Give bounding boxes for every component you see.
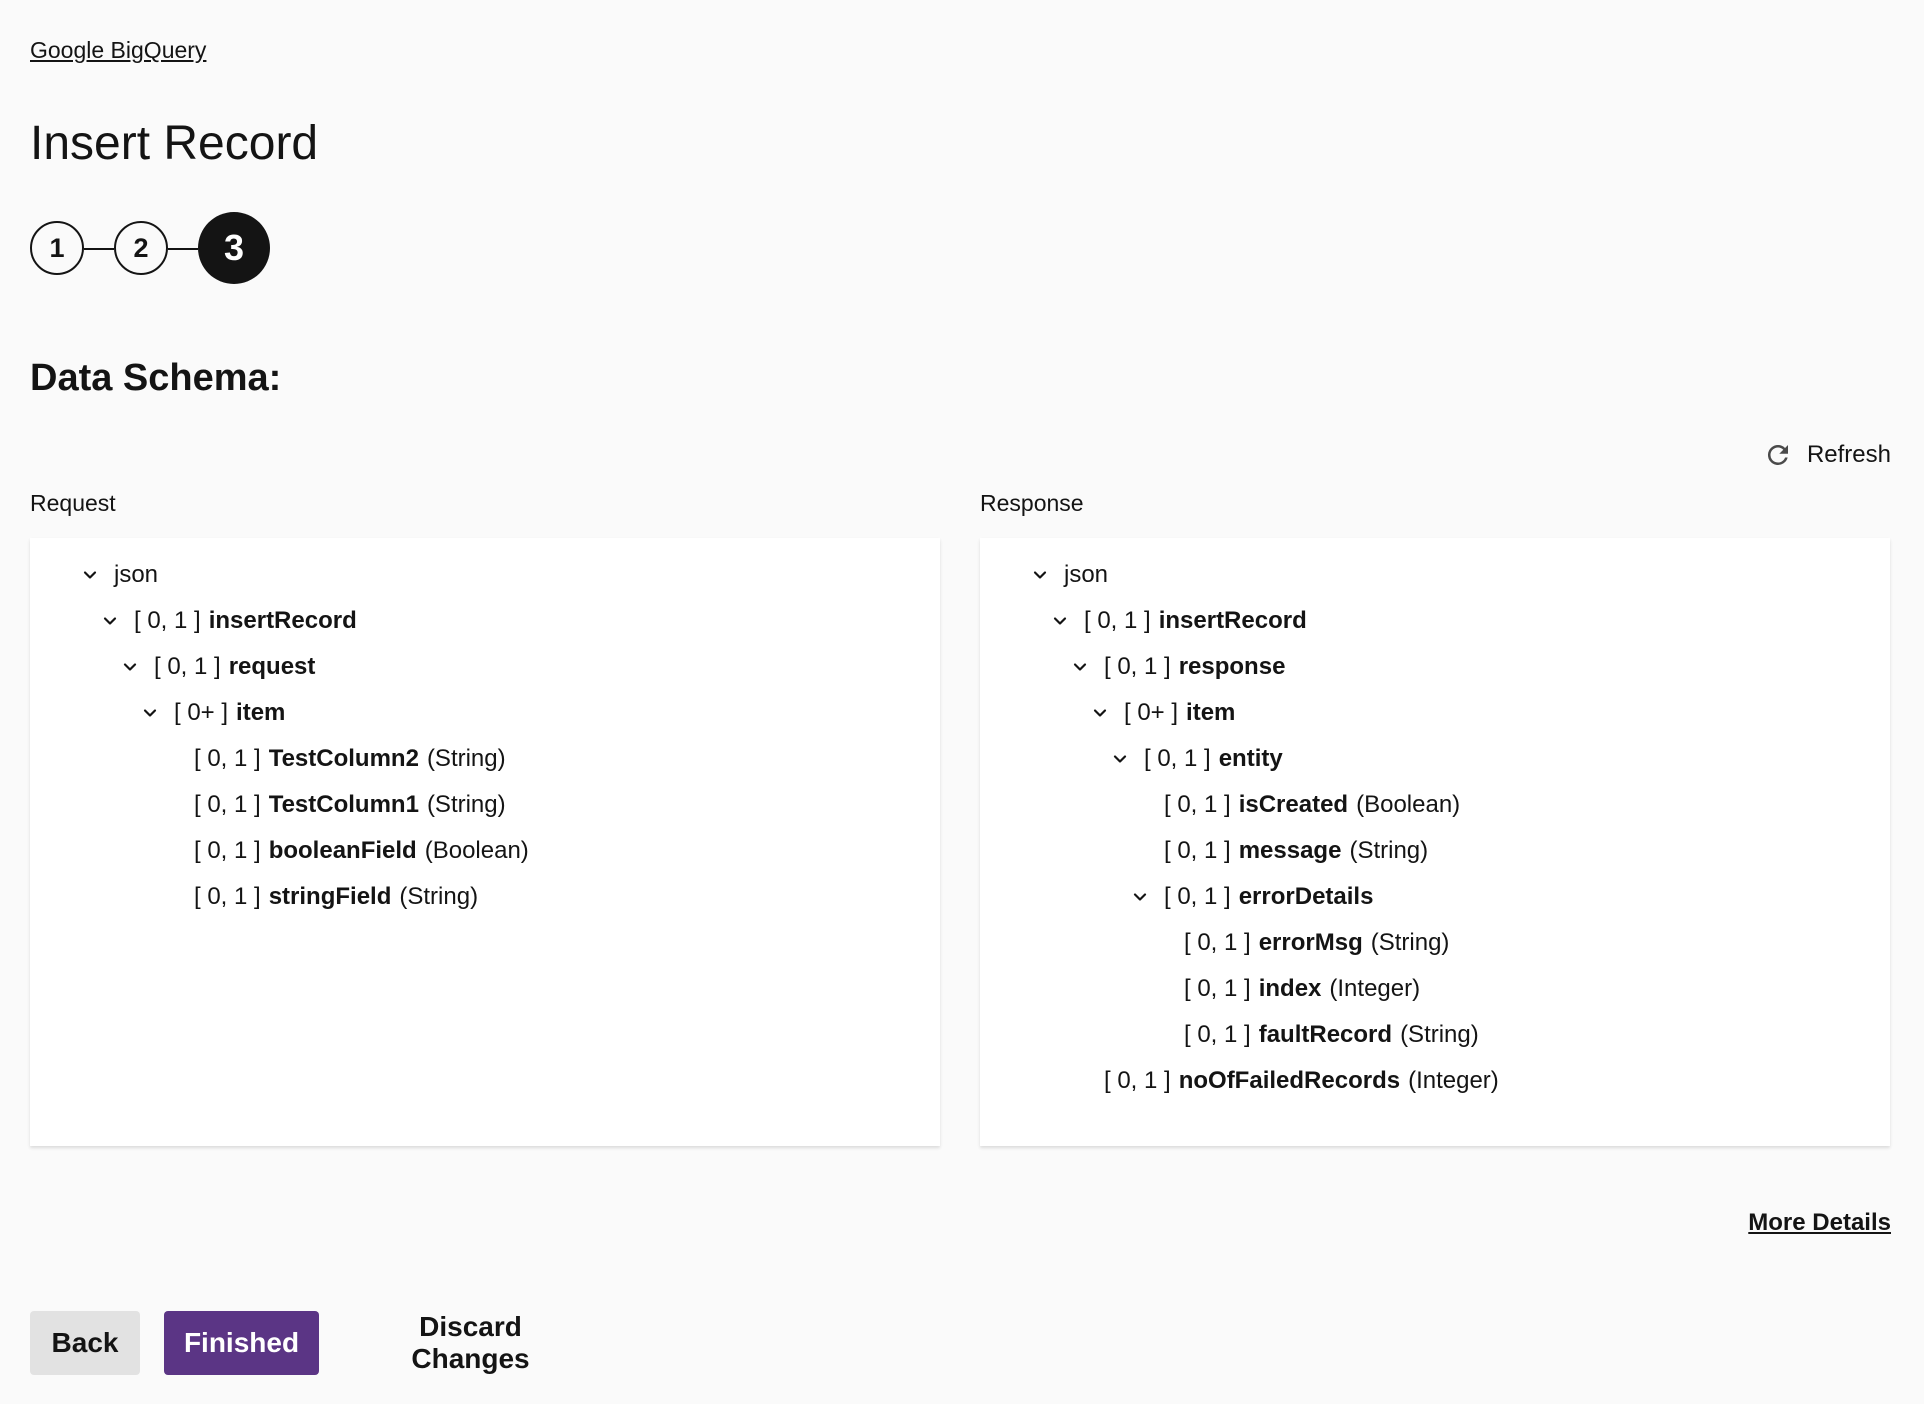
tree-node-item[interactable]: [ 0+ ] item bbox=[1090, 693, 1235, 733]
tree-node-stringField: [ 0, 1 ] stringField (String) bbox=[194, 877, 478, 917]
tree-node-entity[interactable]: [ 0, 1 ] entity bbox=[1110, 739, 1283, 779]
tree-node-item[interactable]: [ 0+ ] item bbox=[140, 693, 285, 733]
tree-node-errorDetails[interactable]: [ 0, 1 ] errorDetails bbox=[1130, 877, 1373, 917]
request-schema-panel: json[ 0, 1 ] insertRecord[ 0, 1 ] request[… bbox=[30, 538, 940, 1146]
step-1[interactable]: 1 bbox=[30, 221, 84, 275]
tree-node-response[interactable]: [ 0, 1 ] response bbox=[1070, 647, 1285, 687]
field-name: item bbox=[1186, 699, 1236, 726]
step-connector bbox=[168, 248, 198, 250]
field-name: stringField bbox=[268, 883, 392, 910]
tree-node-faultRecord: [ 0, 1 ] faultRecord (String) bbox=[1184, 1015, 1479, 1055]
field-type: (String) bbox=[1400, 1021, 1479, 1048]
cardinality-label: [ 0, 1 ] bbox=[1104, 653, 1171, 680]
tree-node-message: [ 0, 1 ] message (String) bbox=[1164, 831, 1428, 871]
chevron-down-icon[interactable] bbox=[1030, 565, 1050, 585]
field-type: (String) bbox=[399, 883, 479, 910]
field-name: entity bbox=[1218, 745, 1283, 772]
field-name: insertRecord bbox=[208, 607, 357, 634]
cardinality-label: [ 0, 1 ] bbox=[134, 607, 201, 634]
tree-node-json[interactable]: json bbox=[80, 555, 158, 595]
refresh-label: Refresh bbox=[1806, 441, 1891, 468]
cardinality-label: [ 0, 1 ] bbox=[194, 883, 261, 910]
chevron-down-icon[interactable] bbox=[1050, 611, 1070, 631]
cardinality-label: [ 0, 1 ] bbox=[194, 791, 261, 818]
cardinality-label: [ 0, 1 ] bbox=[1184, 929, 1251, 956]
field-name: booleanField bbox=[268, 837, 417, 864]
step-3-active[interactable]: 3 bbox=[198, 212, 270, 284]
breadcrumb-google-bigquery[interactable]: Google BigQuery bbox=[30, 37, 206, 64]
cardinality-label: [ 0, 1 ] bbox=[1104, 1067, 1171, 1094]
tree-node-TestColumn2: [ 0, 1 ] TestColumn2 (String) bbox=[194, 739, 506, 779]
field-type: (Boolean) bbox=[1356, 791, 1461, 818]
cardinality-label: [ 0+ ] bbox=[1124, 699, 1179, 726]
cardinality-label: [ 0, 1 ] bbox=[194, 837, 261, 864]
cardinality-label: [ 0, 1 ] bbox=[1184, 1021, 1251, 1048]
field-type: (String) bbox=[1370, 929, 1450, 956]
tree-node-TestColumn1: [ 0, 1 ] TestColumn1 (String) bbox=[194, 785, 506, 825]
field-name: response bbox=[1178, 653, 1286, 680]
field-type: (String) bbox=[426, 791, 506, 818]
field-name: message bbox=[1238, 837, 1342, 864]
page-title: Insert Record bbox=[30, 117, 319, 170]
tree-node-noOfFailedRecords: [ 0, 1 ] noOfFailedRecords (Integer) bbox=[1104, 1061, 1499, 1101]
cardinality-label: [ 0, 1 ] bbox=[1184, 975, 1251, 1002]
cardinality-label: [ 0, 1 ] bbox=[154, 653, 221, 680]
field-name: errorMsg bbox=[1258, 929, 1363, 956]
field-type: (Integer) bbox=[1408, 1067, 1499, 1094]
field-name: request bbox=[228, 653, 316, 680]
field-type: (String) bbox=[1349, 837, 1429, 864]
chevron-down-icon[interactable] bbox=[120, 657, 140, 677]
tree-node-booleanField: [ 0, 1 ] booleanField (Boolean) bbox=[194, 831, 529, 871]
chevron-down-icon[interactable] bbox=[80, 565, 100, 585]
cardinality-label: [ 0, 1 ] bbox=[1084, 607, 1151, 634]
field-name: TestColumn2 bbox=[268, 745, 419, 772]
cardinality-label: [ 0, 1 ] bbox=[1164, 791, 1231, 818]
cardinality-label: [ 0, 1 ] bbox=[1164, 837, 1231, 864]
field-name: TestColumn1 bbox=[268, 791, 419, 818]
field-name: index bbox=[1258, 975, 1322, 1002]
field-type: (Integer) bbox=[1329, 975, 1421, 1002]
response-schema-panel: json [ 0, 1 ] insertRecord [ 0, 1 ] response… bbox=[980, 538, 1890, 1146]
request-label: Request bbox=[30, 490, 116, 516]
data-schema-heading: Data Schema: bbox=[30, 357, 282, 399]
cardinality-label: [ 0+ ] bbox=[174, 699, 229, 726]
field-name: json bbox=[1064, 561, 1109, 588]
refresh-icon bbox=[1763, 440, 1793, 470]
discard-changes-button[interactable]: Discard Changes bbox=[350, 1311, 580, 1375]
cardinality-label: [ 0, 1 ] bbox=[1144, 745, 1211, 772]
field-name: isCreated bbox=[1238, 791, 1349, 818]
tree-node-request[interactable]: [ 0, 1 ] request bbox=[120, 647, 315, 687]
cardinality-label: [ 0, 1 ] bbox=[194, 745, 261, 772]
chevron-down-icon[interactable] bbox=[1130, 887, 1150, 907]
refresh-button[interactable]: Refresh bbox=[1763, 440, 1891, 470]
chevron-down-icon[interactable] bbox=[140, 703, 160, 723]
chevron-down-icon[interactable] bbox=[1070, 657, 1090, 677]
field-name: json bbox=[114, 561, 159, 588]
field-type: (String) bbox=[426, 745, 506, 772]
chevron-down-icon[interactable] bbox=[1090, 703, 1110, 723]
step-connector bbox=[84, 248, 114, 250]
tree-node-json[interactable]: json bbox=[1030, 555, 1108, 595]
field-name: item bbox=[236, 699, 286, 726]
more-details-link[interactable]: More Details bbox=[1748, 1209, 1891, 1237]
chevron-down-icon[interactable] bbox=[100, 611, 120, 631]
cardinality-label: [ 0, 1 ] bbox=[1164, 883, 1231, 910]
field-name: faultRecord bbox=[1258, 1021, 1393, 1048]
field-type: (Boolean) bbox=[424, 837, 529, 864]
tree-node-errorMsg: [ 0, 1 ] errorMsg (String) bbox=[1184, 923, 1449, 963]
tree-node-isCreated: [ 0, 1 ] isCreated (Boolean) bbox=[1164, 785, 1460, 825]
chevron-down-icon[interactable] bbox=[1110, 749, 1130, 769]
field-name: noOfFailedRecords bbox=[1178, 1067, 1401, 1094]
field-name: insertRecord bbox=[1158, 607, 1307, 634]
tree-node-insertRecord[interactable]: [ 0, 1 ] insertRecord bbox=[100, 601, 357, 641]
response-label: Response bbox=[980, 490, 1084, 516]
finished-button[interactable]: Finished bbox=[164, 1311, 319, 1375]
tree-node-insertRecord[interactable]: [ 0, 1 ] insertRecord bbox=[1050, 601, 1307, 641]
stepper: 1 2 3 bbox=[30, 212, 330, 284]
tree-node-index: [ 0, 1 ] index (Integer) bbox=[1184, 969, 1420, 1009]
back-button[interactable]: Back bbox=[30, 1311, 140, 1375]
field-name: errorDetails bbox=[1238, 883, 1374, 910]
step-2[interactable]: 2 bbox=[114, 221, 168, 275]
